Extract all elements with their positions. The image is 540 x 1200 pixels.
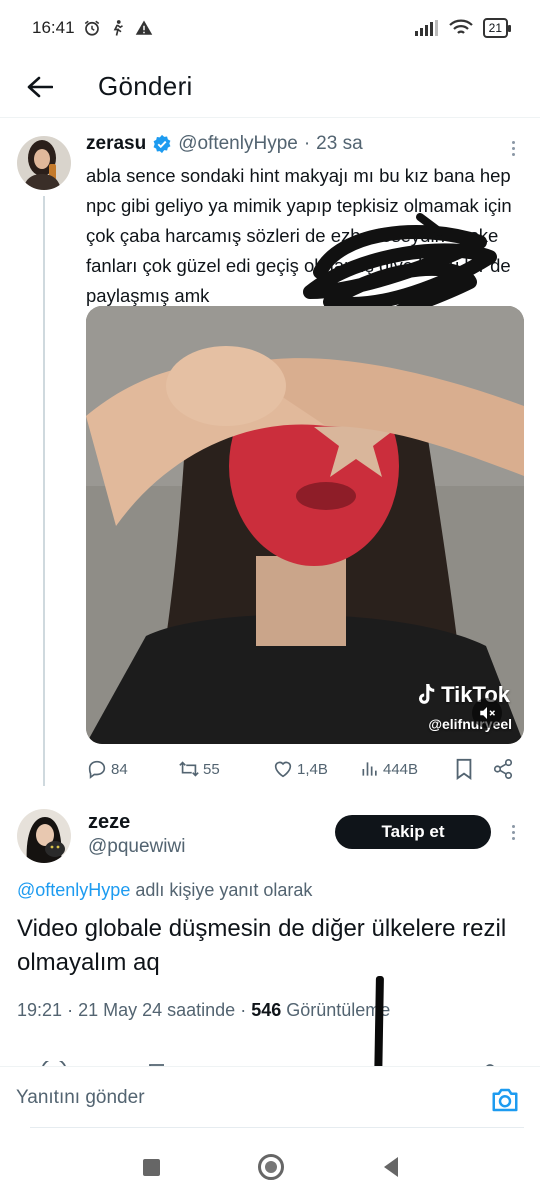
top-app-bar: Gönderi <box>0 56 540 118</box>
reply-date: 21 May 24 saatinde <box>78 1000 236 1020</box>
meta-dot-2: · <box>240 1000 252 1020</box>
reply-meta: 19:21 · 21 May 24 saatinde · 546 Görüntü… <box>17 1000 390 1021</box>
reply-count: 84 <box>111 760 128 778</box>
reply-to-mention[interactable]: @oftenlyHype <box>17 880 130 900</box>
avatar-image <box>17 136 71 190</box>
more-options-icon[interactable] <box>503 138 523 158</box>
tweet-text: abla sence sondaki hint makyajı mı bu kı… <box>86 165 512 306</box>
reply-input[interactable] <box>16 1087 456 1109</box>
reply-action[interactable]: 84 <box>86 758 128 780</box>
reply-author-handle[interactable]: @pquewiwi <box>88 836 185 858</box>
reply-avatar-image <box>17 809 71 863</box>
battery-level: 21 <box>488 21 502 35</box>
repost-action[interactable]: 55 <box>178 758 220 780</box>
bookmark-icon <box>456 758 472 780</box>
home-button[interactable] <box>258 1154 284 1180</box>
composer-divider <box>30 1127 524 1128</box>
volume-muted-icon <box>480 707 496 719</box>
views-action[interactable]: 444B <box>360 759 418 779</box>
avatar[interactable] <box>17 136 71 190</box>
status-notification-icons <box>83 19 153 37</box>
arrow-left-icon <box>27 76 53 97</box>
camera-button[interactable] <box>490 1085 522 1117</box>
share-icon <box>493 759 513 779</box>
system-back-button[interactable] <box>384 1157 398 1177</box>
warning-icon <box>135 20 152 35</box>
tweet-header: zerasu @oftenlyHype · 23 sa <box>86 133 363 155</box>
replying-to: @oftenlyHype adlı kişiye yanıt olarak <box>17 880 312 901</box>
recents-button[interactable] <box>143 1159 160 1176</box>
thread-line <box>43 196 45 786</box>
reply-icon <box>88 760 106 779</box>
reply-avatar[interactable] <box>17 809 71 863</box>
tweet-time: 23 sa <box>316 133 363 154</box>
status-time: 16:41 <box>32 18 75 37</box>
back-button[interactable] <box>20 67 60 107</box>
tiktok-logo-icon <box>419 683 435 704</box>
like-count: 1,4B <box>297 760 328 778</box>
reply-time: 19:21 <box>17 1000 63 1020</box>
follow-button[interactable]: Takip et <box>335 815 491 849</box>
tweet-video[interactable]: TikTok @elifnuryeel <box>86 306 524 744</box>
signal-icon <box>414 20 438 36</box>
video-thumbnail <box>86 306 524 744</box>
status-bar: 16:41 21 <box>0 0 540 56</box>
share-action[interactable] <box>492 758 514 780</box>
page-title: Gönderi <box>98 71 193 101</box>
mute-button[interactable] <box>472 698 502 728</box>
meta-dot: · <box>67 1000 79 1020</box>
wifi-icon <box>448 19 473 34</box>
heart-icon <box>274 761 292 778</box>
analytics-icon <box>362 762 377 776</box>
battery-icon: 21 <box>482 18 512 38</box>
reply-to-suffix: adlı kişiye yanıt olarak <box>130 880 313 900</box>
reply-more-options-icon[interactable] <box>503 822 523 842</box>
system-nav-bar <box>0 1138 540 1200</box>
views-count: 444B <box>383 760 419 778</box>
camera-icon <box>492 1088 518 1112</box>
reply-views-count: 546 <box>251 1000 282 1020</box>
bookmark-action[interactable] <box>454 758 474 780</box>
reply-text: Video globale düşmesin de diğer ülkelere… <box>17 915 507 976</box>
repost-count: 55 <box>203 760 220 778</box>
like-action[interactable]: 1,4B <box>272 758 328 780</box>
tweet-actions: 84 55 1,4B 444B <box>86 755 526 783</box>
reply-composer <box>0 1066 540 1138</box>
reply-author-name[interactable]: zeze <box>88 811 130 834</box>
activity-icon <box>113 20 123 36</box>
repost-icon <box>179 761 199 777</box>
verified-badge-icon <box>153 134 171 154</box>
status-right: 21 <box>414 18 512 38</box>
author-name[interactable]: zerasu <box>86 133 146 155</box>
alarm-icon <box>84 20 99 36</box>
author-handle[interactable]: @oftenlyHype <box>178 133 298 155</box>
separator-dot: · <box>303 133 311 154</box>
